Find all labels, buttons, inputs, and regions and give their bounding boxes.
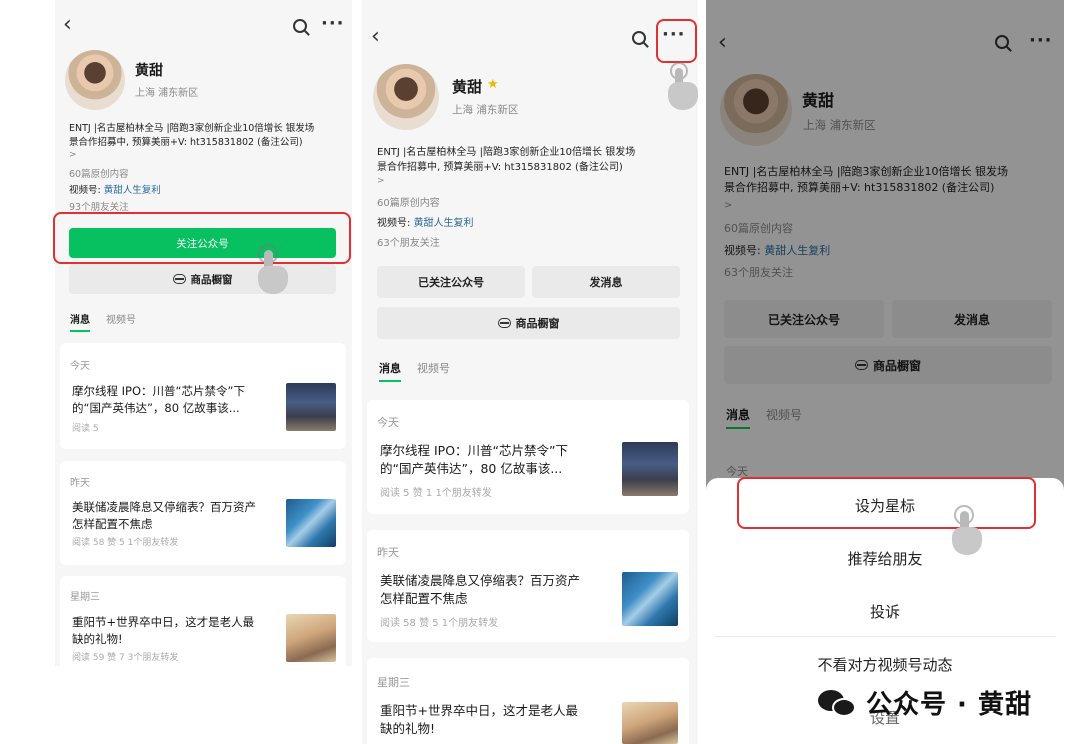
bio-expand-chevron[interactable]: > (69, 150, 77, 160)
star-badge-icon: ★ (487, 77, 499, 92)
followers-count: 63个朋友关注 (377, 238, 440, 249)
article-card[interactable]: 昨天 美联储凌晨降息又停缩表？百万资产 怎样配置不焦虑 阅读 58 赞 5 1个朋… (367, 530, 689, 642)
panel-profile-followed: ‹ ··· 黄甜 ★ 上海 浦东新区 ENTJ |名古屋柏林全马 |陪跑3家创新… (362, 0, 698, 744)
article-thumbnail (622, 572, 678, 626)
panel-more-menu: ‹ ··· 黄甜 上海 浦东新区 ENTJ |名古屋柏林全马 |陪跑3家创新企业… (706, 0, 1064, 744)
tab-messages[interactable]: 消息 (379, 360, 401, 382)
profile-name: 黄甜 (135, 63, 163, 79)
wechat-logo-icon (818, 688, 858, 718)
article-card[interactable]: 星期三 重阳节+世界卒中日，这才是老人最 缺的礼物! (367, 658, 689, 744)
article-thumbnail (622, 442, 678, 496)
tab-video[interactable]: 视频号 (417, 360, 450, 382)
article-thumbnail (286, 499, 336, 547)
profile-location: 上海 浦东新区 (452, 104, 519, 116)
search-icon[interactable] (293, 19, 307, 33)
highlight-frame (737, 477, 1036, 529)
highlight-frame (53, 212, 351, 264)
tab-messages[interactable]: 消息 (70, 311, 90, 332)
article-count: 60篇原创内容 (377, 198, 440, 209)
article-count: 60篇原创内容 (69, 169, 129, 180)
profile-location: 上海 浦东新区 (135, 88, 199, 99)
pointer-hand-icon (664, 62, 702, 112)
video-channel-line[interactable]: 视频号: 黄甜人生复利 (69, 182, 161, 196)
recommend-item[interactable]: 推荐给朋友 (706, 548, 1064, 569)
pointer-hand-icon (254, 244, 294, 296)
profile-name: 黄甜 (452, 78, 483, 96)
panel-profile-not-followed: ‹ ··· 黄甜 上海 浦东新区 ENTJ |名古屋柏林全马 |陪跑3家创新企业… (55, 0, 352, 666)
sheet-divider (714, 636, 1056, 637)
watermark-text: 公众号 · 黄甜 (866, 690, 1032, 720)
highlight-frame (656, 19, 697, 63)
shop-icon (172, 274, 186, 284)
hide-video-updates-item[interactable]: 不看对方视频号动态 (706, 654, 1064, 675)
search-icon[interactable] (632, 31, 646, 45)
report-item[interactable]: 投诉 (706, 601, 1064, 622)
followed-button[interactable]: 已关注公众号 (377, 266, 525, 298)
article-card[interactable]: 今天 摩尔线程 IPO：川普“芯片禁令”下 的“国产英伟达”，80 亿故事该...… (367, 400, 689, 514)
article-thumbnail (622, 702, 678, 744)
shop-icon (497, 318, 511, 328)
content-tabs: 消息 视频号 (70, 311, 136, 332)
article-card[interactable]: 昨天 美联储凌晨降息又停缩表？百万资产 怎样配置不焦虑 阅读 58 赞 5 1个朋… (60, 461, 346, 565)
tab-video[interactable]: 视频号 (106, 311, 136, 332)
more-icon[interactable]: ··· (321, 13, 345, 34)
article-thumbnail (286, 383, 336, 431)
article-card[interactable]: 星期三 重阳节+世界卒中日，这才是老人最 缺的礼物! 阅读 59 赞 7 3个朋友… (60, 576, 346, 666)
shop-window-button[interactable]: 商品橱窗 (69, 264, 336, 294)
back-icon[interactable]: ‹ (371, 24, 380, 49)
video-channel-line[interactable]: 视频号: 黄甜人生复利 (377, 214, 474, 229)
followers-count: 93个朋友关注 (69, 202, 129, 213)
shop-window-button[interactable]: 商品橱窗 (377, 307, 680, 339)
pointer-hand-icon (948, 505, 988, 557)
content-tabs: 消息 视频号 (379, 360, 450, 382)
send-message-button[interactable]: 发消息 (532, 266, 680, 298)
back-icon[interactable]: ‹ (63, 12, 72, 37)
watermark: 公众号 · 黄甜 (818, 684, 1032, 721)
avatar[interactable] (65, 50, 125, 110)
article-thumbnail (286, 614, 336, 662)
profile-bio: ENTJ |名古屋柏林全马 |陪跑3家创新企业10倍增长 银发场 景合作招募中,… (377, 147, 636, 173)
avatar[interactable] (373, 64, 439, 130)
bio-expand-chevron[interactable]: > (377, 176, 385, 186)
article-card[interactable]: 今天 摩尔线程 IPO：川普“芯片禁令”下 的“国产英伟达”，80 亿故事该...… (60, 343, 346, 449)
profile-bio: ENTJ |名古屋柏林全马 |陪跑3家创新企业10倍增长 银发场 景合作招募中,… (69, 123, 315, 148)
